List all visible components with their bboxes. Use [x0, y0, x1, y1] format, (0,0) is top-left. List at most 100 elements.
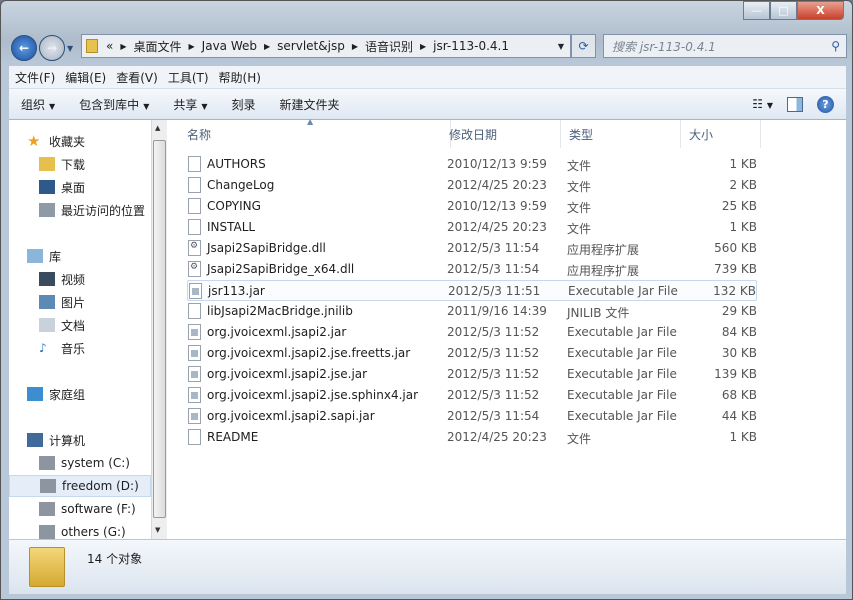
forward-button[interactable]: → [39, 35, 65, 61]
sidebar-item[interactable]: 家庭组 [9, 383, 151, 405]
menu-item[interactable]: 查看(V) [110, 69, 162, 86]
file-row[interactable]: README 2012/4/25 20:23 文件 1 KB [187, 427, 757, 448]
breadcrumb-arrow-icon[interactable]: ▶ [352, 42, 358, 51]
file-row[interactable]: org.jvoicexml.jsapi2.sapi.jar 2012/5/3 11… [187, 406, 757, 427]
breadcrumb-item[interactable]: 语音识别 [365, 38, 413, 55]
breadcrumb-arrow-icon[interactable]: ▶ [189, 42, 195, 51]
sidebar-item-label: 视频 [61, 272, 86, 287]
window-controls: — □ X [743, 1, 844, 20]
burn-button[interactable]: 刻录 [220, 96, 268, 113]
close-button[interactable]: X [797, 1, 844, 20]
file-type: 文件 [567, 432, 592, 446]
video-icon [39, 272, 55, 286]
file-name: libJsapi2MacBridge.jnilib [207, 304, 353, 318]
help-icon[interactable]: ? [817, 95, 834, 113]
sort-ascending-icon: ▲ [307, 117, 314, 126]
scrollbar-thumb[interactable] [153, 140, 166, 518]
breadcrumb-arrow-icon[interactable]: ▶ [264, 42, 270, 51]
content-area: ★ 收藏夹 下载 桌面 最近访问的位置库视频图片 文档 ♪ 音乐家庭组计算机 system (C… [9, 117, 846, 539]
file-type: 文件 [567, 201, 592, 215]
file-row[interactable]: Jsapi2SapiBridge.dll 2012/5/3 11:54 应用程序扩展… [187, 238, 757, 259]
file-name: INSTALL [207, 220, 256, 234]
navigation-pane-scrollbar[interactable]: ▲ ▼ [151, 120, 167, 539]
breadcrumb-item[interactable]: jsr-113-0.4.1 [433, 39, 509, 53]
breadcrumb-arrow-icon[interactable]: ▶ [420, 42, 426, 51]
folder-icon [86, 39, 98, 53]
sidebar-item[interactable]: 图片 [9, 291, 151, 313]
minimize-button[interactable]: — [743, 1, 770, 20]
sidebar-item[interactable]: 桌面 [9, 176, 151, 198]
file-date: 2012/5/3 11:54 [447, 262, 540, 276]
jar-file-icon [188, 366, 201, 382]
view-options-icon[interactable]: ☷ ▼ [752, 97, 773, 111]
sidebar-item[interactable]: 库 [9, 245, 151, 267]
file-row[interactable]: AUTHORS 2010/12/13 9:59 文件 1 KB [187, 154, 757, 175]
file-name: org.jvoicexml.jsapi2.jse.jar [207, 367, 368, 381]
file-row[interactable]: org.jvoicexml.jsapi2.jse.freetts.jar 2012… [187, 343, 757, 364]
file-row[interactable]: jsr113.jar 2012/5/3 11:51 Executable Jar F… [187, 280, 757, 301]
file-row[interactable]: COPYING 2010/12/13 9:59 文件 25 KB [187, 196, 757, 217]
back-button[interactable]: ← [11, 35, 37, 61]
file-row[interactable]: org.jvoicexml.jsapi2.jse.jar 2012/5/3 11:… [187, 364, 757, 385]
file-type: Executable Jar File [567, 388, 677, 402]
file-icon [188, 303, 201, 319]
file-size: 84 KB [721, 325, 757, 339]
file-size: 1 KB [729, 220, 757, 234]
sidebar-item[interactable]: 视频 [9, 268, 151, 290]
file-row[interactable]: ChangeLog 2012/4/25 20:23 文件 2 KB [187, 175, 757, 196]
file-row[interactable]: org.jvoicexml.jsapi2.jse.sphinx4.jar 2012… [187, 385, 757, 406]
sidebar-item[interactable]: ♪ 音乐 [9, 337, 151, 359]
recent-pages-dropdown[interactable]: ▼ [67, 44, 73, 53]
column-header-size[interactable]: 大小 [681, 120, 761, 148]
maximize-button[interactable]: □ [770, 1, 797, 20]
search-input[interactable]: 搜索 jsr-113-0.4.1 ⚲ [603, 34, 847, 58]
file-name: README [207, 430, 259, 444]
folder-icon [29, 547, 65, 587]
item-count: 14 个对象 [87, 551, 143, 566]
file-row[interactable]: Jsapi2SapiBridge_x64.dll 2012/5/3 11:54 应用… [187, 259, 757, 280]
scroll-up-icon[interactable]: ▲ [155, 124, 160, 132]
organize-button[interactable]: 组织 ▼ [9, 96, 67, 113]
music-icon: ♪ [39, 341, 47, 355]
address-dropdown-icon[interactable]: ▼ [558, 42, 564, 51]
menu-item[interactable]: 文件(F) [9, 69, 59, 86]
breadcrumb-overflow[interactable]: « [106, 39, 113, 53]
file-type: Executable Jar File [568, 284, 678, 298]
breadcrumb-item[interactable]: 桌面文件 [134, 38, 182, 55]
new-folder-button[interactable]: 新建文件夹 [268, 96, 352, 113]
desktop-icon [39, 180, 55, 194]
file-type: Executable Jar File [567, 367, 677, 381]
file-row[interactable]: libJsapi2MacBridge.jnilib 2011/9/16 14:39… [187, 301, 757, 322]
include-in-library-button[interactable]: 包含到库中 ▼ [67, 96, 161, 113]
address-bar[interactable]: « ▶ 桌面文件 ▶ Java Web ▶ servlet&jsp ▶ 语音识别 ▶ jsr-11… [81, 34, 571, 58]
sidebar-item[interactable]: software (F:) [9, 498, 151, 520]
file-date: 2012/5/3 11:54 [447, 409, 540, 423]
sidebar-item[interactable]: 文档 [9, 314, 151, 336]
sidebar-item[interactable]: others (G:) [9, 521, 151, 539]
file-row[interactable]: INSTALL 2012/4/25 20:23 文件 1 KB [187, 217, 757, 238]
sidebar-item[interactable]: system (C:) [9, 452, 151, 474]
file-row[interactable]: org.jvoicexml.jsapi2.jar 2012/5/3 11:52 Ex… [187, 322, 757, 343]
sidebar-item[interactable]: ★ 收藏夹 [9, 130, 151, 152]
preview-pane-icon[interactable] [787, 96, 803, 112]
breadcrumb-arrow-icon[interactable]: ▶ [120, 42, 126, 51]
sidebar-item[interactable]: 计算机 [9, 429, 151, 451]
breadcrumb-item[interactable]: servlet&jsp [277, 39, 345, 53]
share-button[interactable]: 共享 ▼ [161, 96, 219, 113]
sidebar-item[interactable]: 下载 [9, 153, 151, 175]
refresh-button[interactable]: ⟳ [571, 34, 596, 58]
column-header-date[interactable]: 修改日期 [441, 120, 561, 148]
menu-item[interactable]: 帮助(H) [213, 69, 265, 86]
sidebar-item[interactable]: freedom (D:) [9, 475, 151, 497]
column-header-name[interactable]: 名称 ▲ [179, 117, 451, 148]
file-date: 2012/5/3 11:52 [447, 325, 540, 339]
search-icon[interactable]: ⚲ [831, 39, 840, 53]
menu-item[interactable]: 编辑(E) [59, 69, 110, 86]
column-header-type[interactable]: 类型 [561, 120, 681, 148]
column-name-label: 名称 [187, 127, 212, 142]
scroll-down-icon[interactable]: ▼ [155, 526, 160, 534]
sidebar-item[interactable]: 最近访问的位置 [9, 199, 151, 221]
menu-item[interactable]: 工具(T) [162, 69, 213, 86]
downloads-folder-icon [39, 157, 55, 171]
breadcrumb-item[interactable]: Java Web [202, 39, 257, 53]
